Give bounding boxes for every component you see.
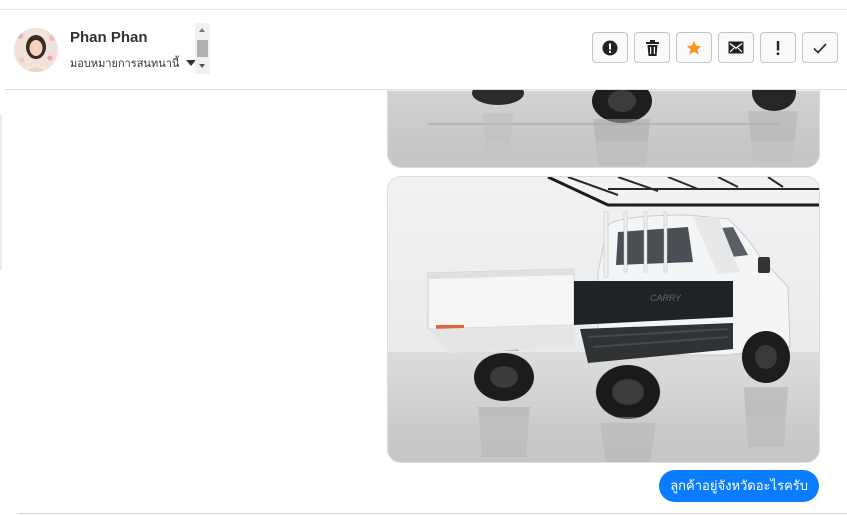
top-strip	[0, 0, 847, 10]
trash-icon	[645, 39, 659, 56]
message-thread[interactable]: CARRY ลูกค้าอยู่จังหวัดอะไรครับ	[4, 90, 847, 513]
message-bubble-outgoing[interactable]: ลูกค้าอยู่จังหวัดอะไรครับ	[659, 470, 819, 502]
avatar-image	[14, 28, 58, 72]
envelope-icon	[728, 41, 744, 54]
truck-photo-partial	[388, 90, 819, 167]
message-image[interactable]	[387, 90, 820, 168]
message-image[interactable]: CARRY	[387, 176, 820, 463]
assign-label: มอบหมายการสนทนานี้	[70, 58, 180, 70]
mark-done-button[interactable]	[802, 32, 838, 63]
composer-divider	[18, 513, 847, 514]
truck-photo: CARRY	[388, 177, 819, 462]
mark-spam-button[interactable]	[592, 32, 628, 63]
star-icon	[686, 40, 702, 55]
mark-unread-button[interactable]	[718, 32, 754, 63]
scroll-up-icon[interactable]	[199, 28, 205, 32]
left-divider	[0, 115, 2, 270]
flag-important-button[interactable]	[760, 32, 796, 63]
svg-text:CARRY: CARRY	[650, 293, 682, 303]
scroll-down-icon[interactable]	[199, 64, 205, 68]
exclamation-icon	[776, 40, 780, 55]
scroll-thumb[interactable]	[197, 40, 208, 57]
action-toolbar	[592, 32, 838, 63]
star-button[interactable]	[676, 32, 712, 63]
assign-scrollbar[interactable]	[195, 23, 210, 74]
checkmark-icon	[813, 42, 827, 54]
alert-circle-icon	[602, 40, 618, 55]
avatar[interactable]	[14, 28, 58, 72]
assign-conversation-dropdown[interactable]: มอบหมายการสนทนานี้	[70, 54, 197, 72]
delete-button[interactable]	[634, 32, 670, 63]
conversation-header: Phan Phan มอบหมายการสนทนานี้	[4, 10, 847, 90]
contact-name: Phan Phan	[70, 29, 148, 46]
